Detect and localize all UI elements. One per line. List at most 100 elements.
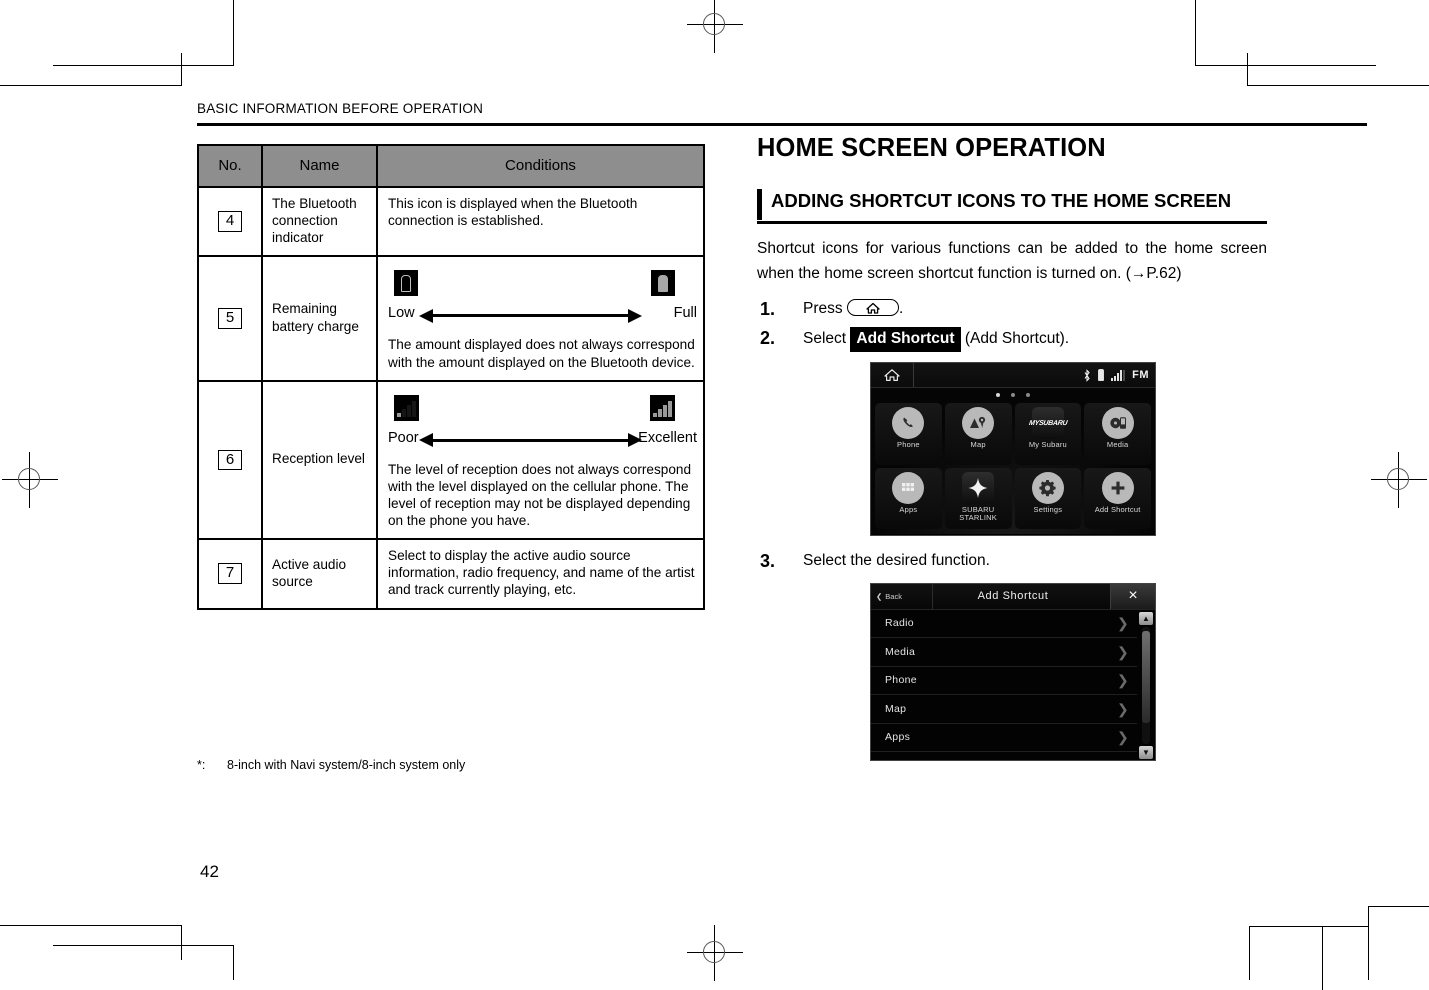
- home-tile-apps[interactable]: Apps: [875, 467, 942, 530]
- home-tile-my-subaru[interactable]: MYSUBARU My Subaru: [1014, 403, 1082, 465]
- step-text: Press: [803, 300, 843, 318]
- table-row: 7 Active audio source Select to display …: [197, 538, 705, 610]
- page-indicator-dots: [871, 388, 1155, 402]
- chevron-right-icon: ❯: [1116, 615, 1129, 632]
- running-head: BASIC INFORMATION BEFORE OPERATION: [197, 101, 484, 116]
- scroll-thumb[interactable]: [1142, 631, 1150, 723]
- step-1: 1. Press .: [757, 298, 1267, 320]
- list-body: Radio ❯ Media ❯ Phone ❯ Map ❯ Apps ❯ ▲ ▼: [871, 609, 1155, 760]
- step-2: 2. Select Add Shortcut (Add Shortcut).: [757, 326, 1267, 353]
- page-dot[interactable]: [1026, 392, 1030, 397]
- home-tile-phone[interactable]: Phone: [875, 403, 942, 465]
- footnote: *: 8-inch with Navi system/8-inch system …: [197, 758, 465, 772]
- row-name-cell: Active audio source: [261, 538, 378, 610]
- row-number-cell: 7: [197, 538, 263, 610]
- tile-label: SUBARU STARLINK: [959, 504, 997, 523]
- chevron-right-icon: ❯: [1116, 729, 1129, 746]
- battery-icon: [1098, 369, 1105, 382]
- step-number: 2.: [760, 327, 776, 348]
- battery-full-icon: [651, 270, 675, 297]
- list-item-label: Phone: [885, 674, 917, 687]
- tile-label: Map: [970, 440, 986, 450]
- list-item-map[interactable]: Map ❯: [871, 695, 1137, 724]
- row-conditions-text: The amount displayed does not always cor…: [388, 337, 695, 370]
- gear-icon: [1031, 471, 1064, 504]
- home-tile-settings[interactable]: Settings: [1014, 467, 1082, 530]
- scroll-down-button[interactable]: ▼: [1139, 745, 1153, 759]
- row-number-cell: 4: [197, 185, 263, 257]
- my-subaru-logo-text: MYSUBARU: [1028, 419, 1068, 427]
- add-shortcut-screen-mockup: ❮ Back Add Shortcut × Radio ❯ Media ❯ Ph…: [870, 582, 1156, 761]
- home-tile-map[interactable]: Map: [944, 403, 1012, 465]
- home-screen-mockup: FM Phone Map MYSUBARU My Subaru Media Ap…: [870, 362, 1156, 537]
- chevron-right-icon: ❯: [1116, 672, 1129, 689]
- reception-excellent-label: Excellent: [638, 429, 697, 446]
- page-dot[interactable]: [1011, 392, 1015, 397]
- battery-full-label: Full: [673, 305, 697, 322]
- step-number: 1.: [760, 299, 776, 320]
- row-name-cell: Reception level: [261, 379, 378, 540]
- table-header-row: No. Name Conditions: [197, 145, 705, 187]
- row-conditions-cell: This icon is displayed when the Bluetoot…: [376, 185, 705, 257]
- bluetooth-icon: [1084, 368, 1090, 382]
- phone-icon: [892, 407, 925, 440]
- subtitle-rule: [757, 220, 1267, 224]
- chevron-right-icon: ❯: [1116, 700, 1129, 717]
- home-tile-add-shortcut[interactable]: Add Shortcut: [1084, 467, 1151, 530]
- home-tile-media[interactable]: Media: [1084, 403, 1151, 465]
- list-item-phone[interactable]: Phone ❯: [871, 667, 1137, 696]
- chevron-right-icon: ❯: [1116, 643, 1129, 660]
- step-text: Select the desired function.: [803, 552, 990, 570]
- row-number-badge: 7: [218, 563, 242, 585]
- close-button[interactable]: ×: [1110, 583, 1155, 609]
- list-item-label: Radio: [885, 617, 914, 630]
- table-row: 6 Reception level Poor Excellent The lev…: [197, 379, 705, 540]
- status-indicators: FM: [1083, 363, 1149, 387]
- list-item-media[interactable]: Media ❯: [871, 638, 1137, 667]
- tile-label: My Subaru: [1028, 440, 1067, 450]
- map-icon: [962, 407, 995, 440]
- page-title: HOME SCREEN OPERATION: [757, 134, 1106, 162]
- tile-label: Apps: [899, 504, 918, 514]
- scrollbar[interactable]: ▲ ▼: [1139, 611, 1153, 759]
- column-header-conditions: Conditions: [376, 145, 705, 187]
- list-item-label: Apps: [885, 731, 911, 744]
- table-row: 4 The Bluetooth connection indicator Thi…: [197, 185, 705, 257]
- apps-grid-icon: [892, 471, 925, 504]
- manual-page: BASIC INFORMATION BEFORE OPERATION No. N…: [0, 0, 1429, 980]
- add-shortcut-key[interactable]: Add Shortcut: [850, 326, 961, 353]
- double-arrow-icon: [419, 433, 642, 448]
- left-column: No. Name Conditions 4 The Bluetooth conn…: [197, 144, 705, 610]
- home-button[interactable]: [871, 363, 914, 388]
- home-icon: [884, 369, 900, 382]
- plus-icon: [1101, 471, 1134, 504]
- page-number: 42: [200, 862, 219, 881]
- chevron-left-icon: ❮: [876, 591, 883, 601]
- home-hard-key[interactable]: [846, 299, 899, 317]
- page-dot[interactable]: [996, 392, 1000, 397]
- scroll-track[interactable]: [1142, 626, 1150, 744]
- double-arrow-icon: [419, 308, 642, 323]
- home-status-bar: FM: [871, 363, 1155, 389]
- header-rule: [197, 123, 1367, 126]
- battery-low-label: Low: [388, 305, 415, 322]
- reception-poor-label: Poor: [388, 429, 419, 446]
- row-name-cell: Remaining battery charge: [261, 255, 378, 381]
- home-tile-starlink[interactable]: SUBARU STARLINK: [944, 467, 1012, 530]
- step-number: 3.: [760, 551, 776, 572]
- row-conditions-cell: Select to display the active audio sourc…: [376, 538, 705, 610]
- audio-source-label: FM: [1132, 369, 1149, 382]
- list-item-radio[interactable]: Radio ❯: [871, 610, 1137, 639]
- footnote-marker: *:: [197, 758, 206, 772]
- step-3: 3. Select the desired function.: [757, 550, 1267, 572]
- row-conditions-cell: Low Full The amount displayed does not a…: [376, 255, 705, 381]
- status-icon-table: No. Name Conditions 4 The Bluetooth conn…: [197, 144, 705, 610]
- step-text: Select: [803, 329, 847, 347]
- tile-label: Settings: [1033, 504, 1063, 514]
- scroll-up-button[interactable]: ▲: [1139, 611, 1153, 625]
- right-column: HOME SCREEN OPERATION ADDING SHORTCUT IC…: [757, 134, 1267, 775]
- step-text-tail: (Add Shortcut).: [964, 329, 1070, 347]
- list-item-apps[interactable]: Apps ❯: [871, 724, 1137, 753]
- back-button[interactable]: ❮ Back: [871, 583, 933, 609]
- starlink-icon: [962, 471, 995, 504]
